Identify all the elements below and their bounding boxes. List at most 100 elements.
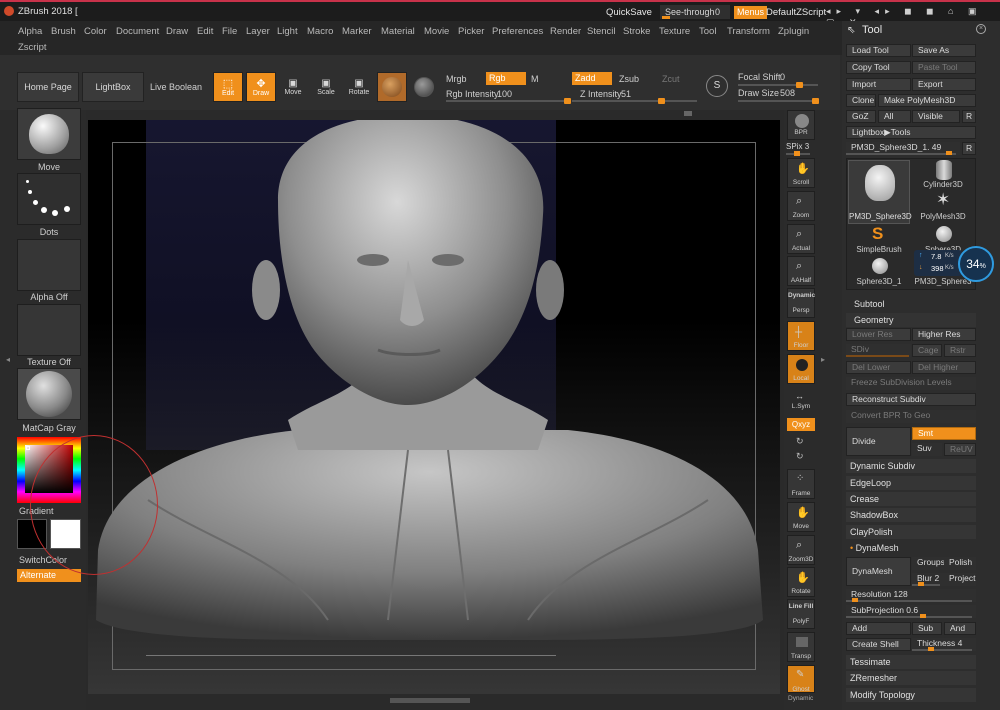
rotate-z-icon[interactable]: ↻ <box>796 451 804 462</box>
divide-button[interactable]: Divide <box>846 427 911 456</box>
home-page-button[interactable]: Home Page <box>17 72 79 102</box>
claypolish-header[interactable]: ClayPolish <box>846 525 976 539</box>
clone-button[interactable]: Clone <box>846 94 876 107</box>
edit-button[interactable]: ⬚ Edit <box>213 72 243 102</box>
see-through-slider[interactable]: See-through 0 <box>660 5 730 19</box>
menu-draw[interactable]: Draw <box>166 26 188 37</box>
local-button[interactable]: Local <box>787 354 815 384</box>
actual-button[interactable]: ⌕ Actual <box>787 224 815 254</box>
menu-material[interactable]: Material <box>381 26 415 37</box>
cage-button[interactable]: Cage <box>912 344 942 357</box>
del-higher-button[interactable]: Del Higher <box>912 361 976 374</box>
menu-picker[interactable]: Picker <box>458 26 484 37</box>
tool-thumb-pm3d-sphere3d[interactable]: PM3D_Sphere3D <box>848 160 912 224</box>
rgb-intensity-slider[interactable] <box>446 98 571 104</box>
zcut-button[interactable]: Zcut <box>662 74 680 84</box>
mrgb-button[interactable]: Mrgb <box>446 74 467 84</box>
zoom3d-button[interactable]: ⌕ Zoom3D <box>787 535 815 565</box>
zoom-button[interactable]: ⌕ Zoom <box>787 191 815 221</box>
menu-edit[interactable]: Edit <box>197 26 213 37</box>
scroll-button[interactable]: ✋ Scroll <box>787 158 815 188</box>
z-intensity-slider[interactable] <box>572 98 697 104</box>
menu-brush[interactable]: Brush <box>51 26 76 37</box>
del-lower-button[interactable]: Del Lower <box>846 361 911 374</box>
polish-toggle[interactable]: Polish <box>944 557 976 570</box>
palette-arrow-icon[interactable]: ⇖ <box>847 25 855 36</box>
menu-document[interactable]: Document <box>116 26 159 37</box>
goz-button[interactable]: GoZ <box>846 110 876 123</box>
menu-zscript[interactable]: Zscript <box>18 42 47 53</box>
menu-layer[interactable]: Layer <box>246 26 270 37</box>
reconstruct-subdiv-button[interactable]: Reconstruct Subdiv <box>846 393 976 406</box>
all-button[interactable]: All <box>878 110 911 123</box>
menu-stroke[interactable]: Stroke <box>623 26 650 37</box>
current-tool-slider[interactable]: PM3D_Sphere3D_1. 49 <box>846 142 960 155</box>
document-canvas[interactable] <box>30 120 780 694</box>
canvas-top-scroll-handle[interactable] <box>684 111 692 116</box>
edgeloop-header[interactable]: EdgeLoop <box>846 476 976 490</box>
menu-render[interactable]: Render <box>550 26 581 37</box>
dynamesh-header[interactable]: • DynaMesh <box>846 541 976 555</box>
bust-sculpt-model[interactable] <box>88 120 780 694</box>
visible-button[interactable]: Visible <box>912 110 960 123</box>
menu-macro[interactable]: Macro <box>307 26 333 37</box>
crease-header[interactable]: Crease <box>846 492 976 506</box>
suv-toggle[interactable]: Suv <box>912 443 942 456</box>
tessimate-header[interactable]: Tessimate <box>846 655 976 669</box>
rstr-button[interactable]: Rstr <box>944 344 976 357</box>
focal-shift-slider[interactable] <box>738 82 818 88</box>
persp-button[interactable]: Dynamic Persp <box>787 288 815 318</box>
dynamesh-button[interactable]: DynaMesh <box>846 557 911 586</box>
zsub-button[interactable]: Zsub <box>619 74 639 84</box>
sub-button[interactable]: Sub <box>912 622 942 635</box>
ghost-button[interactable]: ✎ Ghost <box>787 665 815 693</box>
lightbox-tools-button[interactable]: Lightbox▶Tools <box>846 126 976 139</box>
goz-r-button[interactable]: R <box>962 110 976 123</box>
scale-button[interactable]: ▣ Scale <box>313 72 339 102</box>
live-boolean-button[interactable]: Live Boolean <box>150 82 202 92</box>
blur-slider[interactable]: Blur 2 <box>912 573 944 586</box>
zremesher-header[interactable]: ZRemesher <box>846 671 976 685</box>
menu-tool[interactable]: Tool <box>699 26 716 37</box>
menu-zplugin[interactable]: Zplugin <box>778 26 809 37</box>
xyz-button[interactable]: Qxyz <box>787 418 815 431</box>
add-button[interactable]: Add <box>846 622 911 635</box>
collapse-left-icon[interactable]: ◂ <box>6 355 10 364</box>
dynamic-subdiv-header[interactable]: Dynamic Subdiv <box>846 459 976 473</box>
convert-bpr-button[interactable]: Convert BPR To Geo <box>846 410 976 423</box>
color-sphere-icon[interactable] <box>414 77 434 97</box>
menu-preferences[interactable]: Preferences <box>492 26 543 37</box>
move-view-button[interactable]: ✋ Move <box>787 502 815 532</box>
spix-slider[interactable]: SPix 3 <box>786 142 816 156</box>
higher-res-button[interactable]: Higher Res <box>912 328 976 341</box>
rotate-button[interactable]: ▣ Rotate <box>346 72 372 102</box>
save-as-button[interactable]: Save As <box>912 44 976 57</box>
bpr-button[interactable]: BPR <box>787 110 815 140</box>
frame-button[interactable]: ⁘ Frame <box>787 469 815 499</box>
rotate-y-icon[interactable]: ↻ <box>796 436 804 447</box>
aahalf-button[interactable]: ⌕ AAHalf <box>787 256 815 286</box>
move-button[interactable]: ▣ Move <box>280 72 306 102</box>
groups-toggle[interactable]: Groups <box>912 557 944 570</box>
freeze-subdiv-button[interactable]: Freeze SubDivision Levels <box>846 377 976 390</box>
lower-res-button[interactable]: Lower Res <box>846 328 911 341</box>
load-tool-button[interactable]: Load Tool <box>846 44 911 57</box>
menu-light[interactable]: Light <box>277 26 298 37</box>
copy-tool-button[interactable]: Copy Tool <box>846 61 911 74</box>
texture-thumbnail[interactable] <box>17 304 81 356</box>
quicksave-button[interactable]: QuickSave <box>606 7 652 18</box>
menu-alpha[interactable]: Alpha <box>18 26 42 37</box>
make-polymesh-button[interactable]: Make PolyMesh3D <box>878 94 976 107</box>
import-button[interactable]: Import <box>846 78 911 91</box>
thickness-slider[interactable]: Thickness 4 <box>912 638 976 651</box>
tool-thumb-cylinder3d[interactable]: Cylinder3D <box>912 160 974 190</box>
reuv-button[interactable]: ReUV <box>944 443 976 456</box>
shadowbox-header[interactable]: ShadowBox <box>846 508 976 522</box>
transp-button[interactable]: Transp <box>787 632 815 662</box>
subtool-header[interactable]: Subtool <box>846 297 976 311</box>
menu-file[interactable]: File <box>222 26 237 37</box>
stroke-thumbnail[interactable] <box>17 173 81 225</box>
menu-stencil[interactable]: Stencil <box>587 26 616 37</box>
paste-tool-button[interactable]: Paste Tool <box>912 61 976 74</box>
polyf-button[interactable]: Line Fill PolyF <box>787 599 815 629</box>
